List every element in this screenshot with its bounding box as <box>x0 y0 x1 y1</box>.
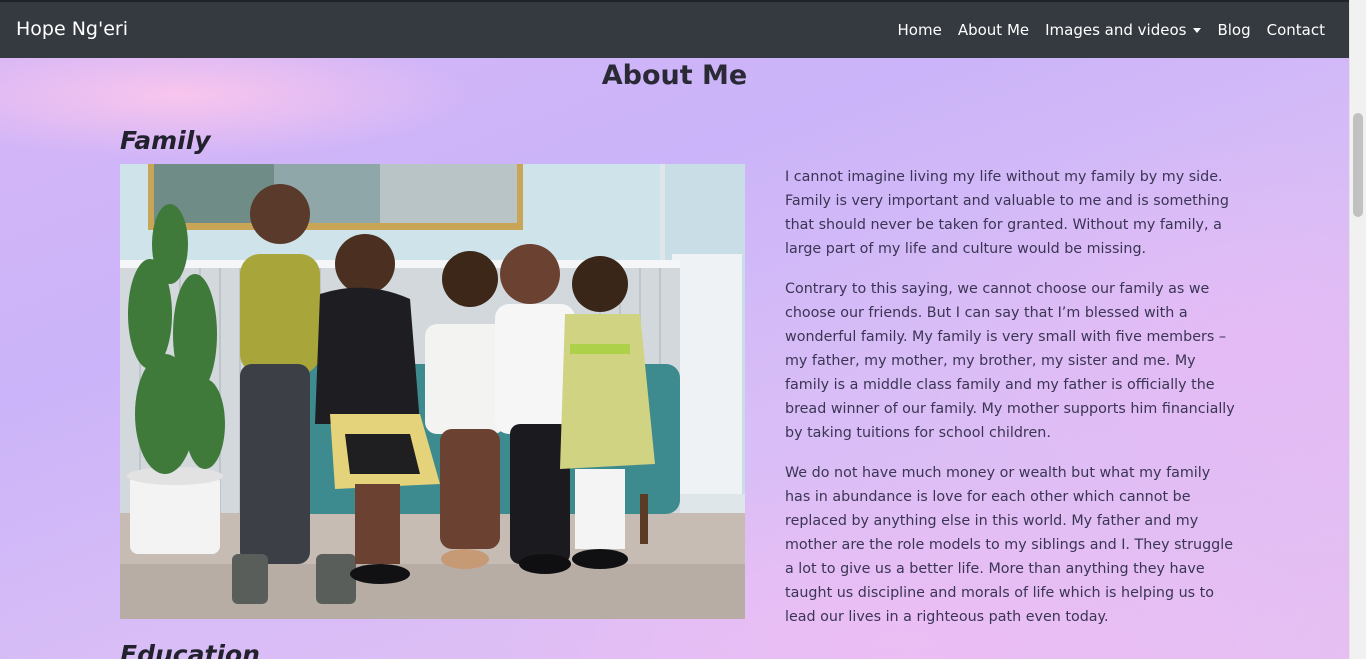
family-paragraph-2: Contrary to this saying, we cannot choos… <box>785 281 1235 441</box>
nav-link-about-me-label: About Me <box>957 21 1030 39</box>
scrollbar-thumb[interactable] <box>1353 113 1363 217</box>
top-navbar: Hope Ng'eri Home About Me Images and vid… <box>0 0 1349 58</box>
family-photo-image <box>120 164 745 619</box>
nav-link-contact[interactable]: Contact <box>1267 21 1325 39</box>
family-text: I cannot imagine living my life without … <box>785 165 1235 645</box>
nav-link-contact-label: Contact <box>1266 21 1325 39</box>
nav-link-blog-label: Blog <box>1217 21 1251 39</box>
nav-link-home[interactable]: Home <box>898 21 942 39</box>
nav-links: Home About Me Images and videos Blog Con… <box>898 21 1325 39</box>
family-photo <box>120 164 745 619</box>
family-paragraph-3: We do not have much money or wealth but … <box>785 465 1234 625</box>
family-heading: Family <box>120 126 211 155</box>
nav-link-images-label: Images and videos <box>1045 21 1187 39</box>
nav-link-home-label: Home <box>897 21 942 39</box>
family-paragraph-1: I cannot imagine living my life without … <box>785 169 1229 257</box>
nav-link-blog[interactable]: Blog <box>1217 21 1250 39</box>
page-title: About Me <box>601 60 748 91</box>
nav-link-about-me[interactable]: About Me <box>958 21 1029 39</box>
nav-dropdown-images-and-videos[interactable]: Images and videos <box>1045 21 1202 39</box>
vertical-scrollbar[interactable] <box>1349 0 1366 659</box>
education-heading: Education <box>120 640 260 659</box>
brand-link[interactable]: Hope Ng'eri <box>16 18 128 40</box>
caret-down-icon <box>1193 27 1202 33</box>
